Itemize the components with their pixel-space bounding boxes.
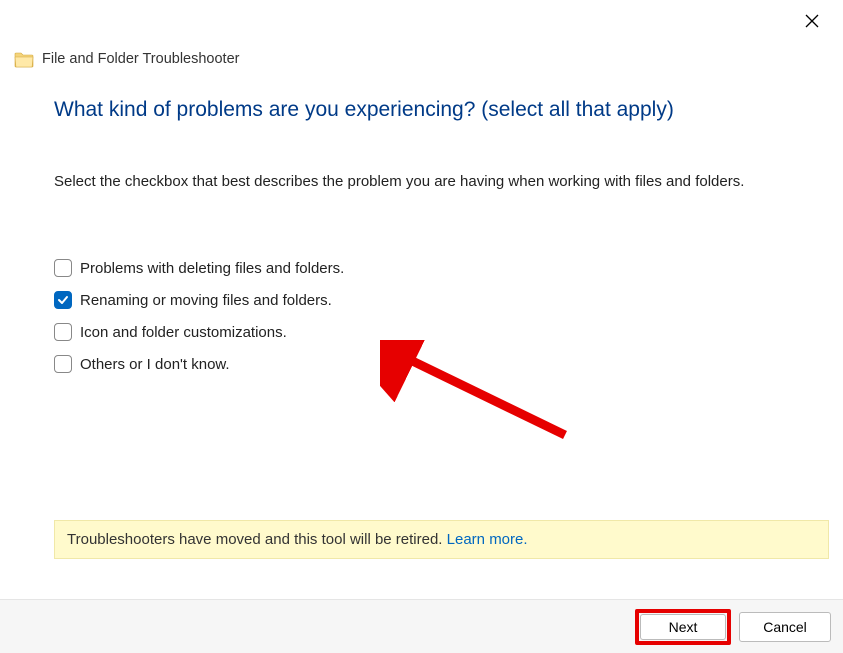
option-deleting[interactable]: Problems with deleting files and folders… <box>54 259 789 277</box>
window-title: File and Folder Troubleshooter <box>42 51 239 67</box>
checkbox[interactable] <box>54 291 72 309</box>
problem-options: Problems with deleting files and folders… <box>54 259 789 373</box>
next-button[interactable]: Next <box>640 614 726 640</box>
main-content: What kind of problems are you experienci… <box>0 68 843 373</box>
close-icon <box>805 14 819 28</box>
cancel-button[interactable]: Cancel <box>739 612 831 642</box>
folder-icon <box>14 50 34 68</box>
option-renaming-moving[interactable]: Renaming or moving files and folders. <box>54 291 789 309</box>
option-label: Icon and folder customizations. <box>80 324 287 341</box>
option-icon-customizations[interactable]: Icon and folder customizations. <box>54 323 789 341</box>
footer-bar: Next Cancel <box>0 599 843 653</box>
notice-text: Troubleshooters have moved and this tool… <box>67 531 447 548</box>
close-button[interactable] <box>797 10 827 37</box>
instruction-text: Select the checkbox that best describes … <box>54 170 789 193</box>
learn-more-link[interactable]: Learn more. <box>447 531 528 548</box>
annotation-highlight: Next <box>635 609 731 645</box>
page-heading: What kind of problems are you experienci… <box>54 98 789 122</box>
checkbox[interactable] <box>54 355 72 373</box>
option-label: Renaming or moving files and folders. <box>80 292 332 309</box>
option-others[interactable]: Others or I don't know. <box>54 355 789 373</box>
window-header: File and Folder Troubleshooter <box>0 0 843 68</box>
check-icon <box>57 294 69 306</box>
option-label: Others or I don't know. <box>80 356 230 373</box>
checkbox[interactable] <box>54 259 72 277</box>
option-label: Problems with deleting files and folders… <box>80 260 344 277</box>
retirement-notice: Troubleshooters have moved and this tool… <box>54 520 829 559</box>
checkbox[interactable] <box>54 323 72 341</box>
